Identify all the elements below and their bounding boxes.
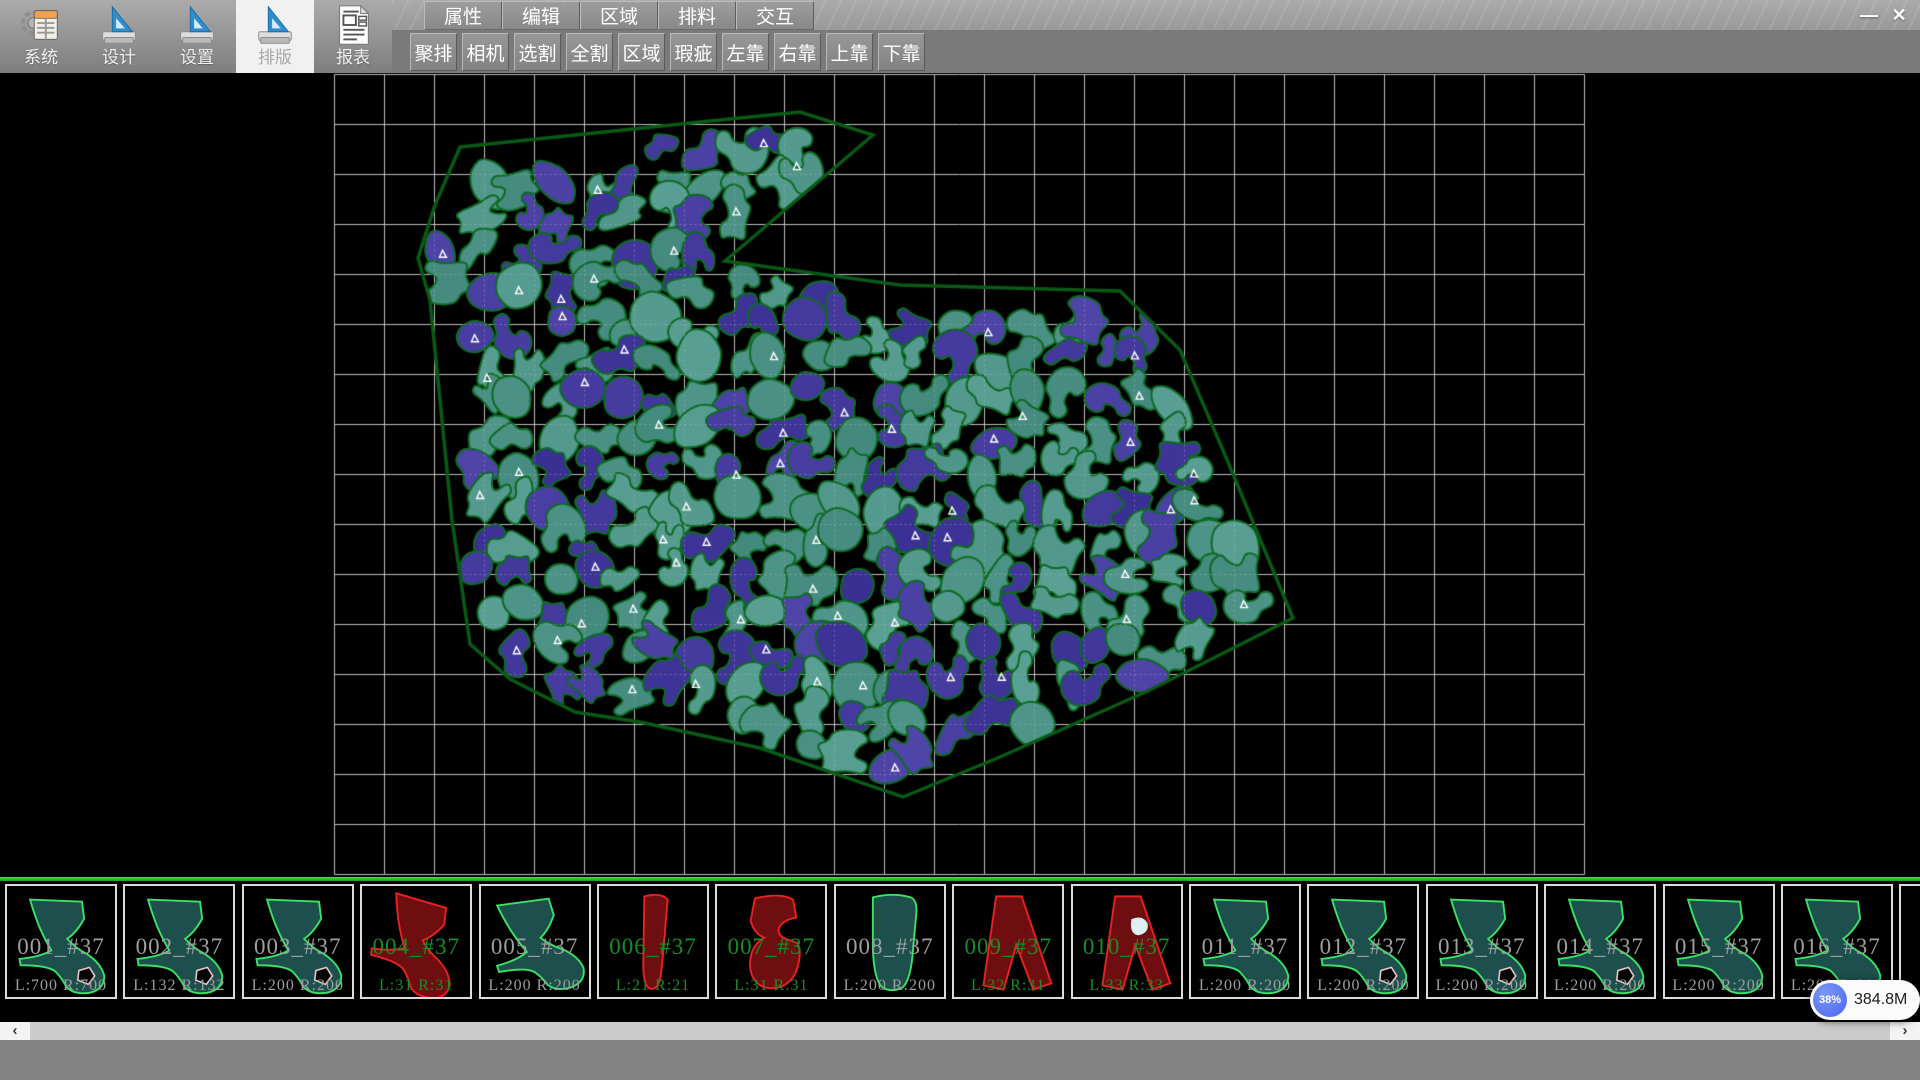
menu-tab-4[interactable]: 排料 (658, 1, 736, 30)
mode-button-3[interactable]: 设置 (158, 0, 236, 73)
menu-tab-bar: 属性编辑区域排料交互 (424, 1, 814, 30)
ruler-icon (96, 2, 142, 48)
piece-name: 009_#37 (954, 934, 1062, 960)
piece-thumbnail-9[interactable]: 009_#37 L:32 R:31 (952, 884, 1064, 999)
piece-lr-count: L:200 R:200 (244, 977, 352, 995)
piece-lr-count: L:31 R:31 (362, 977, 470, 995)
mode-button-4[interactable]: 排版 (236, 0, 314, 73)
mode-button-label: 排版 (258, 48, 292, 68)
mode-button-label: 设置 (180, 48, 214, 68)
application-window: 系统设计设置排版报表 属性编辑区域排料交互 聚排相机选割全割区域瑕疵左靠右靠上靠… (0, 0, 1920, 1080)
piece-name: 008_#37 (836, 934, 944, 960)
tool-button-10[interactable]: 下靠 (878, 33, 925, 71)
piece-thumbnail-4[interactable]: 004_#37 L:31 R:31 (360, 884, 472, 999)
horizontal-scrollbar[interactable]: ‹ › (0, 1022, 1920, 1040)
main-mode-buttons: 系统 设计 设置 排版 报表 (2, 0, 392, 73)
piece-thumbnail-7[interactable]: 007_#37 L:31 R:31 (715, 884, 827, 999)
piece-thumbnail-3[interactable]: 003_#37 L:200 R:200 (242, 884, 354, 999)
piece-thumbnail-12[interactable]: 012_#37 L:200 R:200 (1307, 884, 1419, 999)
piece-name: 007_#37 (717, 934, 825, 960)
minimize-button[interactable]: — (1854, 3, 1884, 27)
tool-button-2[interactable]: 相机 (462, 33, 509, 71)
toolbar: 系统设计设置排版报表 属性编辑区域排料交互 聚排相机选割全割区域瑕疵左靠右靠上靠… (0, 0, 1920, 73)
piece-lr-count: L:200 R:200 (836, 977, 944, 995)
progress-percent: 38% (1819, 994, 1841, 1006)
tool-button-5[interactable]: 区域 (618, 33, 665, 71)
piece-name: 013_#37 (1428, 934, 1536, 960)
report-icon (330, 2, 376, 48)
piece-thumbnail-8[interactable]: 008_#37 L:200 R:200 (834, 884, 946, 999)
piece-lr-count: L:700 R:700 (7, 977, 115, 995)
mode-button-label: 系统 (24, 48, 58, 68)
tool-button-7[interactable]: 左靠 (722, 33, 769, 71)
piece-thumbnail-15[interactable]: 015_#37 L:200 R:200 (1663, 884, 1775, 999)
progress-pill: 38% 384.8M (1810, 980, 1920, 1020)
piece-lr-count: L:200 R:200 (481, 977, 589, 995)
piece-thumbnail-11[interactable]: 011_#37 L:200 R:200 (1189, 884, 1301, 999)
pieces-thumbnail-strip: 001_#37 L:700 R:700 002_#37 L:132 R:132 003_… (0, 883, 1920, 1001)
piece-lr-count: L:200 R:200 (1428, 977, 1536, 995)
piece-thumbnail-10[interactable]: 010_#37 L:33 R:33 (1071, 884, 1183, 999)
piece-lr-count: L:200 R:200 (1546, 977, 1654, 995)
piece-name: 002_#37 (125, 934, 233, 960)
piece-lr-count: L:200 R:200 (1665, 977, 1773, 995)
piece-thumbnail-5[interactable]: 005_#37 L:200 R:200 (479, 884, 591, 999)
ruler-icon (174, 2, 220, 48)
piece-name: 003_#37 (244, 934, 352, 960)
piece-name: 012_#37 (1309, 934, 1417, 960)
piece-name: 014_#37 (1546, 934, 1654, 960)
piece-name: 005_#37 (481, 934, 589, 960)
piece-thumbnail-14[interactable]: 014_#37 L:200 R:200 (1544, 884, 1656, 999)
piece-thumbnail-13[interactable]: 013_#37 L:200 R:200 (1426, 884, 1538, 999)
window-controls: — ✕ (1854, 3, 1914, 27)
piece-thumbnail-2[interactable]: 002_#37 L:132 R:132 (123, 884, 235, 999)
scroll-right-button[interactable]: › (1890, 1022, 1920, 1040)
mode-button-1[interactable]: 系统 (2, 0, 80, 73)
piece-name: 006_#37 (599, 934, 707, 960)
piece-lr-count: L:21 R:21 (599, 977, 707, 995)
mode-button-label: 报表 (336, 48, 370, 68)
piece-name: 010_#37 (1073, 934, 1181, 960)
piece-name: 015_#37 (1665, 934, 1773, 960)
piece-name: 001_#37 (7, 934, 115, 960)
tool-button-row: 聚排相机选割全割区域瑕疵左靠右靠上靠下靠 (410, 31, 930, 73)
mode-button-5[interactable]: 报表 (314, 0, 392, 73)
piece-lr-count: L:33 R:33 (1073, 977, 1181, 995)
piece-thumbnail-6[interactable]: 006_#37 L:21 R:21 (597, 884, 709, 999)
menu-tab-5[interactable]: 交互 (736, 1, 814, 30)
ruler-icon (252, 2, 298, 48)
piece-lr-count: L:32 R:31 (954, 977, 1062, 995)
piece-lr-count: L:200 R:200 (1309, 977, 1417, 995)
tool-button-1[interactable]: 聚排 (410, 33, 457, 71)
mode-button-2[interactable]: 设计 (80, 0, 158, 73)
piece-lr-count: L:200 R:200 (1191, 977, 1299, 995)
tool-button-3[interactable]: 选割 (514, 33, 561, 71)
tool-button-8[interactable]: 右靠 (774, 33, 821, 71)
menu-tab-3[interactable]: 区域 (580, 1, 658, 30)
piece-name: 011_#37 (1191, 934, 1299, 960)
piece-thumbnail-1[interactable]: 001_#37 L:700 R:700 (5, 884, 117, 999)
memory-usage: 384.8M (1854, 991, 1907, 1009)
piece-lr-count: L:132 R:132 (125, 977, 233, 995)
tool-button-4[interactable]: 全割 (566, 33, 613, 71)
nesting-canvas[interactable] (0, 73, 1920, 878)
piece-name: 004_#37 (362, 934, 470, 960)
menu-tab-1[interactable]: 属性 (424, 1, 502, 30)
mode-button-label: 设计 (102, 48, 136, 68)
tool-button-6[interactable]: 瑕疵 (670, 33, 717, 71)
piece-lr-count: L:31 R:31 (717, 977, 825, 995)
system-icon (18, 2, 64, 48)
tool-button-9[interactable]: 上靠 (826, 33, 873, 71)
strip-divider-line (0, 877, 1920, 881)
progress-circle: 38% (1813, 983, 1847, 1017)
scroll-left-button[interactable]: ‹ (0, 1022, 30, 1040)
piece-name: 016_#37 (1783, 934, 1891, 960)
status-bar (0, 1040, 1920, 1080)
menu-tab-2[interactable]: 编辑 (502, 1, 580, 30)
close-button[interactable]: ✕ (1884, 3, 1914, 27)
